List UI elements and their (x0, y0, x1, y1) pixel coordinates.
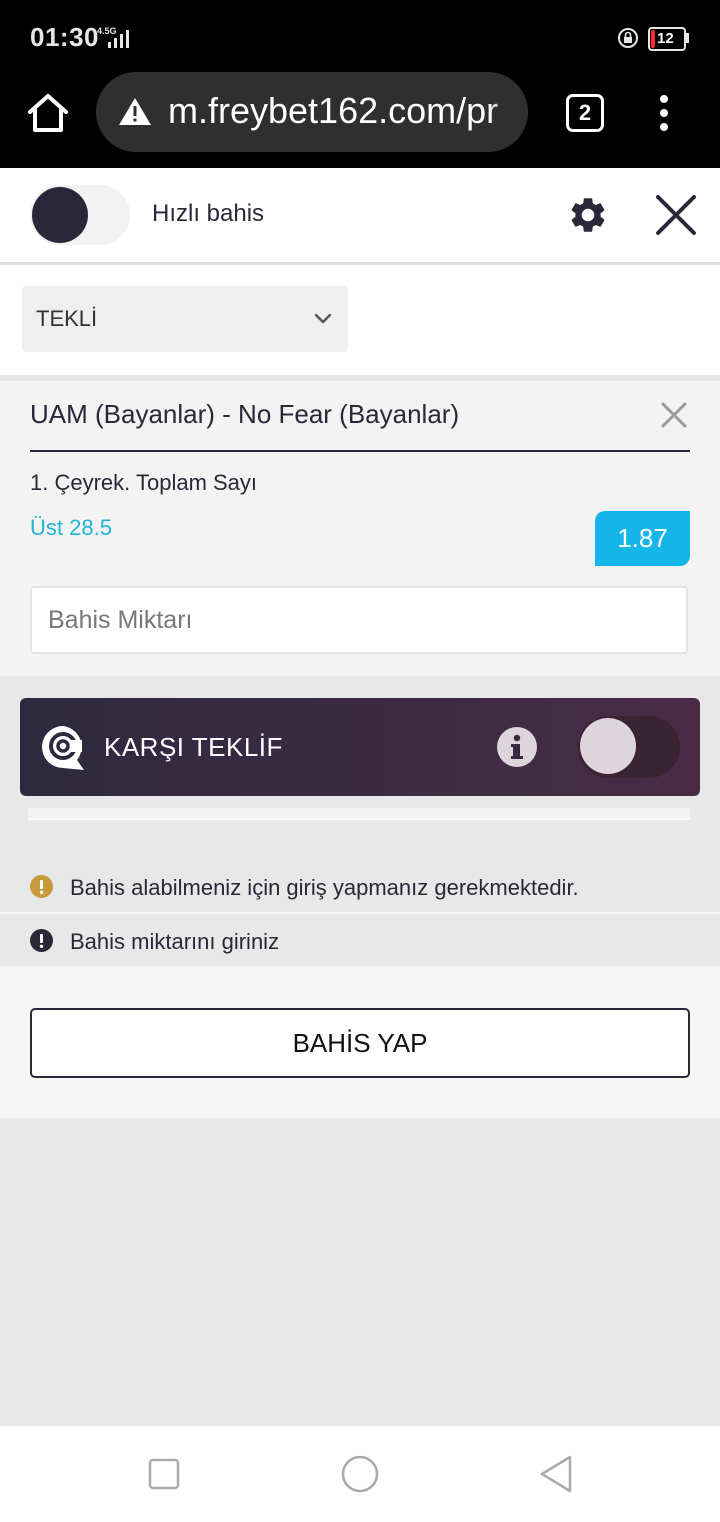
warning-triangle-icon (119, 98, 151, 125)
battery-level: 12 (657, 30, 674, 47)
counter-offer-toggle-knob[interactable] (580, 718, 636, 774)
home-icon[interactable] (26, 92, 70, 134)
counter-offer-logo-icon (42, 726, 84, 770)
counter-offer-label: KARŞI TEKLİF (104, 732, 283, 762)
info-icon[interactable] (497, 727, 537, 767)
market-name: 1. Çeyrek. Toplam Sayı (30, 470, 258, 495)
signal-icon (108, 30, 129, 48)
alert-icon (30, 929, 53, 952)
selection-name: Üst 28.5 (30, 515, 112, 540)
place-bet-button[interactable]: BAHİS YAP (30, 1008, 690, 1078)
rotation-lock-icon (618, 28, 638, 48)
url-text: m.freybet162.com/pr (168, 90, 499, 131)
betslip-header: Hızlı bahis (0, 168, 720, 265)
counter-offer-bar: KARŞI TEKLİF (20, 698, 700, 796)
battery-tip (686, 33, 689, 43)
url-fade (488, 72, 528, 152)
recent-apps-icon[interactable] (148, 1458, 180, 1490)
more-options-icon[interactable] (656, 94, 672, 132)
panel-bottom-edge (28, 808, 690, 820)
quick-bet-label: Hızlı bahis (152, 200, 265, 227)
status-bar: 01:30 4.5G 12 (0, 0, 720, 76)
back-icon[interactable] (538, 1454, 574, 1494)
gear-icon[interactable] (567, 194, 609, 236)
bet-type-select[interactable]: TEKLİ (22, 286, 348, 352)
login-required-message: Bahis alabilmeniz için giriş yapmanız ge… (0, 860, 720, 912)
stake-input[interactable] (30, 586, 688, 654)
battery-icon: 12 (648, 27, 686, 51)
home-circle-icon[interactable] (340, 1454, 380, 1494)
bet-type-selected: TEKLİ (36, 306, 98, 331)
match-title: UAM (Bayanlar) - No Fear (Bayanlar) (30, 399, 460, 429)
remove-bet-icon[interactable] (660, 401, 688, 429)
message-text: Bahis alabilmeniz için giriş yapmanız ge… (70, 875, 579, 900)
bet-type-row: TEKLİ (0, 265, 720, 381)
odds-badge: 1.87 (595, 511, 690, 566)
chevron-down-icon (314, 313, 332, 324)
message-text: Bahis miktarını giriniz (70, 929, 280, 954)
divider (30, 450, 690, 452)
system-navigation-bar (0, 1424, 720, 1522)
quick-bet-toggle-knob[interactable] (32, 187, 88, 243)
close-icon[interactable] (654, 193, 698, 237)
status-time: 01:30 (30, 22, 99, 52)
bet-card: UAM (Bayanlar) - No Fear (Bayanlar) 1. Ç… (0, 381, 720, 676)
enter-amount-message: Bahis miktarını giriniz (0, 914, 720, 966)
address-bar[interactable]: m.freybet162.com/pr (96, 72, 528, 152)
warning-icon (30, 875, 53, 898)
tab-switcher-button[interactable]: 2 (566, 94, 604, 132)
place-bet-panel: BAHİS YAP (0, 966, 720, 1118)
